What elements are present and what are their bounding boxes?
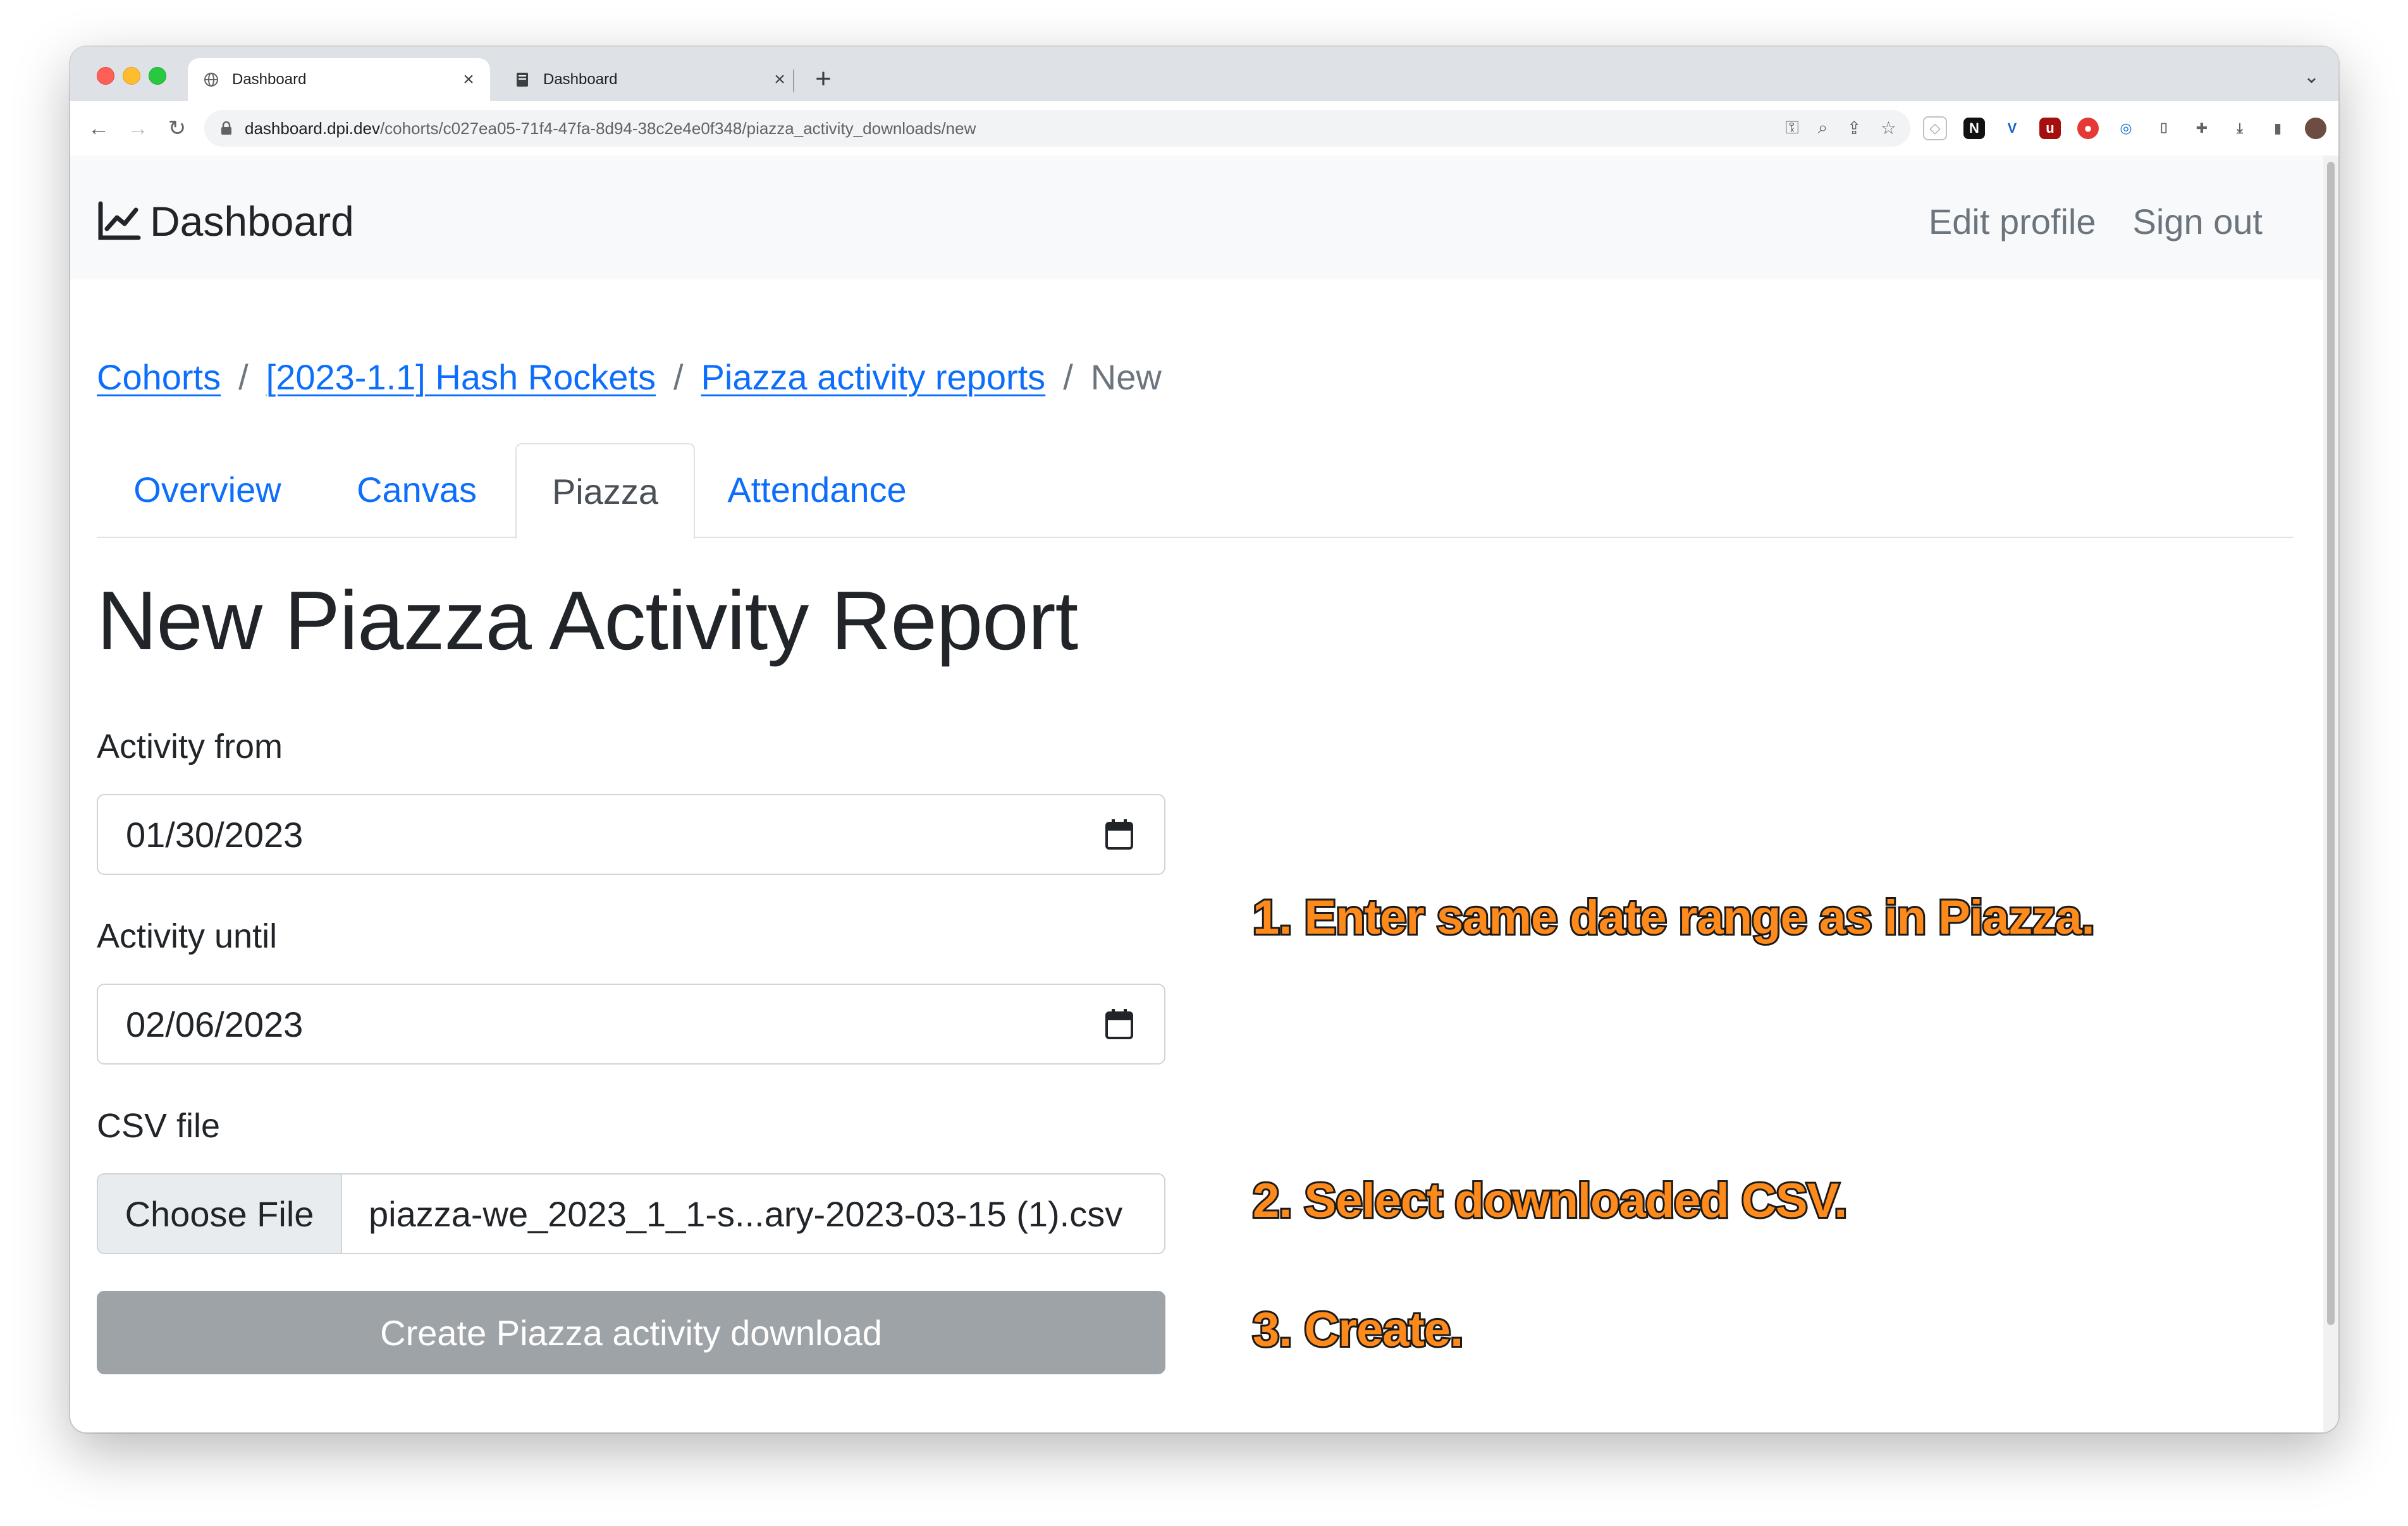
calendar-icon[interactable] [1102, 817, 1136, 852]
minimize-window-button[interactable] [123, 67, 140, 85]
breadcrumb-piazza-reports[interactable]: Piazza activity reports [701, 357, 1046, 398]
activity-until-label: Activity until [97, 917, 278, 955]
zoom-icon[interactable]: ⌕ [1818, 118, 1828, 138]
breadcrumb-separator: / [1063, 357, 1073, 397]
brand-name: Dashboard [150, 198, 354, 245]
side-panel-icon[interactable]: ▮ [2267, 118, 2288, 139]
address-bar[interactable]: dashboard.dpi.dev/cohorts/c027ea05-71f4-… [204, 110, 1910, 147]
ublock-extension-icon[interactable]: u [2039, 118, 2061, 139]
create-download-button[interactable]: Create Piazza activity download [97, 1291, 1165, 1374]
site-navbar: Dashboard Edit profile Sign out [70, 156, 2323, 279]
browser-tab-active[interactable]: Dashboard × [188, 58, 490, 101]
profile-avatar[interactable] [2305, 118, 2326, 139]
close-tab-icon[interactable]: × [456, 69, 481, 90]
lock-icon [221, 121, 231, 135]
selected-filename: piazza-we_2023_1_1-s...ary-2023-03-15 (1… [369, 1193, 1123, 1234]
scrollbar-thumb[interactable] [2327, 162, 2335, 1325]
browser-toolbar: ← → ↻ dashboard.dpi.dev/cohorts/c027ea05… [70, 101, 2338, 207]
url-path: /cohorts/c027ea05-71f4-47fa-8d94-38c2e4e… [379, 118, 976, 138]
annotation-step-1: 1. Enter same date range as in Piazza. [1251, 889, 2097, 946]
tab-piazza[interactable]: Piazza [515, 443, 695, 539]
activity-until-field[interactable]: 02/06/2023 [97, 984, 1165, 1065]
chart-line-icon [98, 201, 141, 240]
close-window-button[interactable] [97, 67, 114, 85]
brand-link[interactable]: Dashboard [97, 197, 354, 245]
browser-tab-title: Dashboard [543, 71, 618, 88]
section-tabs: Overview Canvas Piazza Attendance [97, 443, 2294, 539]
globe-icon [203, 71, 219, 88]
breadcrumb-cohort[interactable]: [2023-1.1] Hash Rockets [266, 357, 656, 398]
tab-attendance[interactable]: Attendance [694, 443, 940, 535]
edit-profile-link[interactable]: Edit profile [1929, 201, 2096, 242]
star-icon[interactable]: ☆ [1881, 118, 1896, 138]
csv-file-label: CSV file [97, 1107, 221, 1145]
maximize-window-button[interactable] [149, 67, 166, 85]
tab-strip: Dashboard × Dashboard × + ⌄ [70, 47, 2338, 101]
annotation-step-2: 2. Select downloaded CSV. [1251, 1172, 1849, 1230]
forward-arrow-icon[interactable]: → [122, 113, 154, 144]
document-icon [514, 71, 531, 88]
camera-icon[interactable]: ⌷ [2153, 118, 2175, 139]
breadcrumb-separator: / [673, 357, 684, 397]
browser-tab-title: Dashboard [232, 71, 307, 88]
csv-file-input[interactable]: Choose File piazza-we_2023_1_1-s...ary-2… [97, 1173, 1165, 1254]
activity-from-value: 01/30/2023 [126, 814, 304, 855]
breadcrumb-current: New [1090, 357, 1162, 397]
url-host: dashboard.dpi.dev [245, 118, 380, 138]
puzzle-extensions-icon[interactable]: ✚ [2191, 118, 2213, 139]
red-extension-icon[interactable]: ● [2077, 118, 2099, 139]
tab-overview[interactable]: Overview [97, 443, 318, 535]
close-tab-icon[interactable]: × [767, 69, 792, 90]
back-arrow-icon[interactable]: ← [83, 113, 114, 144]
annotation-step-3: 3. Create. [1251, 1301, 1465, 1358]
page-viewport: Dashboard Edit profile Sign out Cohorts … [70, 156, 2323, 1432]
choose-file-button[interactable]: Choose File [98, 1175, 342, 1253]
browser-window: Dashboard × Dashboard × + ⌄ ← → ↻ dashbo… [70, 47, 2338, 1432]
new-tab-button[interactable]: + [808, 63, 839, 95]
breadcrumb-cohorts[interactable]: Cohorts [97, 357, 221, 398]
key-icon[interactable]: ⚿ [1785, 118, 1798, 138]
breadcrumb: Cohorts / [2023-1.1] Hash Rockets / Piaz… [97, 357, 1162, 398]
tab-search-chevron-icon[interactable]: ⌄ [2304, 66, 2319, 88]
activity-from-label: Activity from [97, 728, 283, 766]
activity-from-field[interactable]: 01/30/2023 [97, 794, 1165, 875]
browser-tab-inactive[interactable]: Dashboard × [499, 58, 801, 101]
reload-icon[interactable]: ↻ [161, 113, 193, 144]
share-icon[interactable]: ⇪ [1846, 118, 1861, 138]
page-title: New Piazza Activity Report [97, 574, 1078, 667]
page-scrollbar[interactable] [2323, 156, 2338, 1432]
shield-extension-icon[interactable]: ◇ [1923, 116, 1947, 140]
calendar-icon[interactable] [1102, 1007, 1136, 1041]
notion-extension-icon[interactable]: N [1963, 118, 1985, 139]
activity-until-value: 02/06/2023 [126, 1004, 304, 1044]
v-extension-icon[interactable]: V [2001, 118, 2023, 139]
tab-canvas[interactable]: Canvas [318, 443, 515, 535]
download-icon[interactable]: ⤓ [2229, 118, 2251, 139]
breadcrumb-separator: / [238, 357, 249, 397]
blue-extension-icon[interactable]: ◎ [2115, 118, 2137, 139]
sign-out-link[interactable]: Sign out [2133, 201, 2263, 242]
